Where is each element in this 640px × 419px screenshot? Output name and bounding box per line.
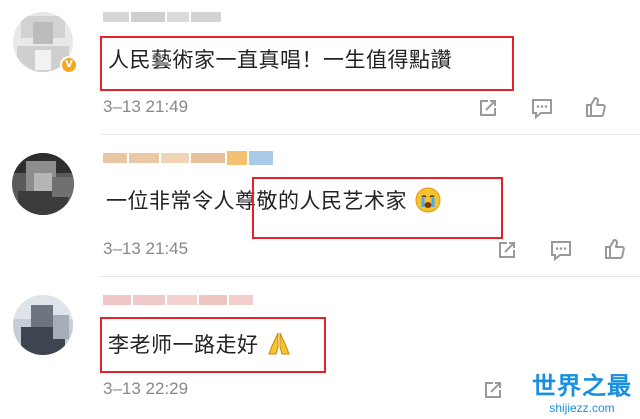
username-blurred: [103, 291, 253, 309]
share-icon[interactable]: [495, 238, 519, 262]
highlight-box: [100, 317, 326, 373]
comment-icon[interactable]: [549, 238, 573, 262]
username-blurred: [103, 149, 273, 167]
like-icon[interactable]: [603, 237, 627, 261]
watermark-logo: 世界之最 shijiezz.com: [532, 366, 632, 415]
highlight-box: [100, 36, 514, 91]
username-blurred: [103, 8, 223, 26]
divider: [100, 134, 640, 135]
comment-item: 一位非常令人尊敬的人民艺术家 3–13 21:45: [0, 140, 640, 277]
avatar[interactable]: [12, 153, 74, 215]
comment-icon[interactable]: [530, 96, 554, 120]
comment-item: V 人民藝術家一直真唱！一生值得點讚 3–13 21:49: [0, 0, 640, 135]
comment-timestamp: 3–13 21:45: [103, 239, 189, 258]
share-icon[interactable]: [481, 378, 505, 402]
like-icon[interactable]: [584, 95, 608, 119]
comment-timestamp: 3–13 21:49: [103, 97, 189, 116]
watermark-title: 世界之最: [532, 372, 632, 400]
comment-timestamp: 3–13 22:29: [103, 379, 189, 398]
share-icon[interactable]: [476, 96, 500, 120]
watermark-domain: shijiezz.com: [549, 401, 615, 415]
divider: [100, 276, 640, 277]
verified-badge-icon: V: [60, 56, 78, 74]
avatar[interactable]: [13, 295, 73, 355]
highlight-box: [252, 177, 503, 239]
